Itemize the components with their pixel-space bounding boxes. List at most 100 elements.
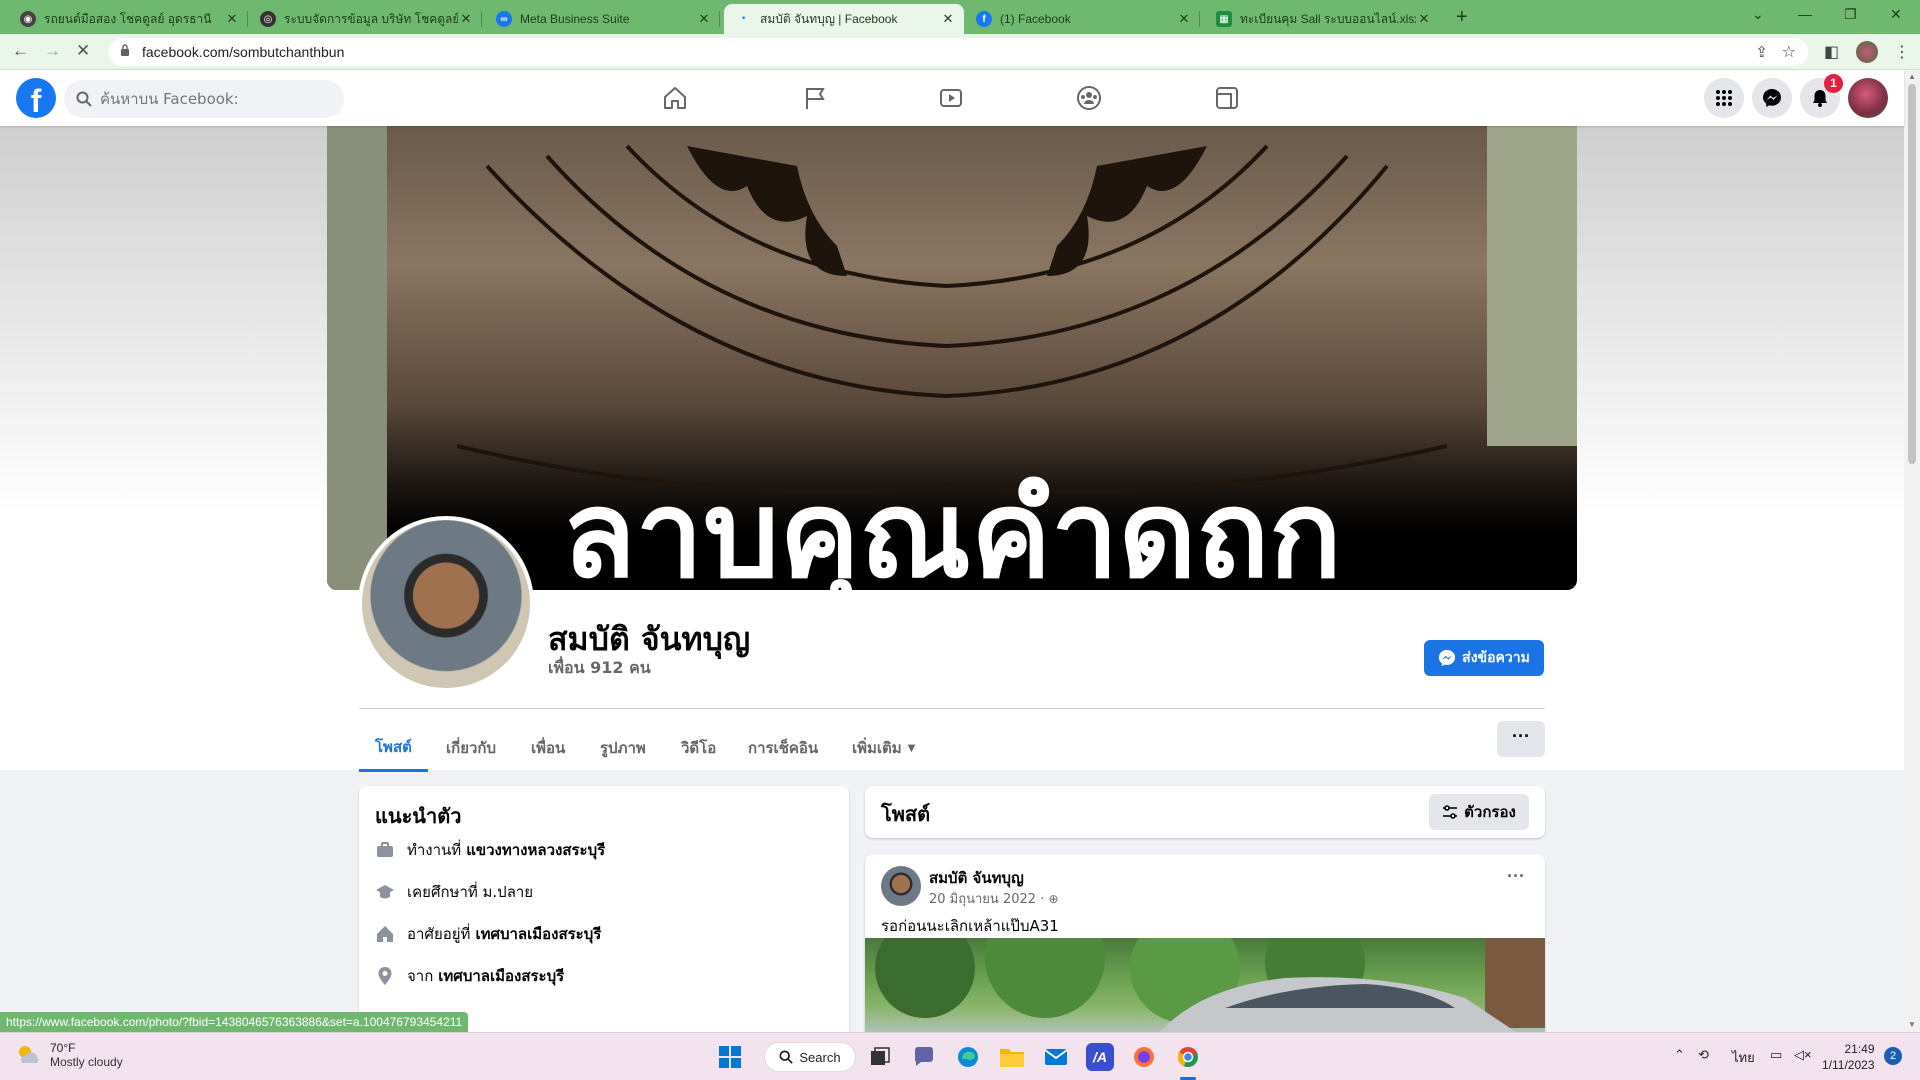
post-date[interactable]: 20 มิถุนายน 2022 · ⊕ [929,888,1059,909]
caret-down-icon: ▼ [907,742,916,754]
account-avatar[interactable] [1848,78,1888,118]
filter-button[interactable]: ตัวกรอง [1429,794,1529,830]
chrome-app[interactable] [1174,1043,1202,1071]
bookmark-star-icon[interactable]: ☆ [1782,42,1796,62]
volume-muted-icon[interactable]: ◁× [1794,1047,1812,1063]
graduation-cap-icon [376,885,394,899]
mail-icon [1044,1049,1068,1065]
intro-work: ทำงานที่ แขวงทางหลวงสระบุรี [375,838,605,862]
restore-icon[interactable]: ❐ [1844,6,1857,23]
close-tab-icon[interactable]: ✕ [458,11,474,27]
sync-icon[interactable]: ⟲ [1698,1047,1709,1063]
browser-menu-icon[interactable]: ⋮ [1894,42,1910,62]
back-icon[interactable]: ← [12,41,29,61]
scrollbar-thumb[interactable] [1908,84,1916,464]
nav-home[interactable] [620,78,730,118]
post-options-button[interactable]: ··· [1507,866,1525,887]
tab-videos[interactable]: วิดีโอ [665,724,732,772]
intro-work-prefix: ทำงานที่ [407,841,462,859]
file-explorer-app[interactable] [998,1043,1026,1071]
nav-watch[interactable] [896,78,1006,118]
profile-avatar-icon[interactable] [1856,41,1878,63]
tab-more[interactable]: เพิ่มเติม ▼ [836,724,931,772]
chat-icon [915,1047,933,1066]
tab-posts[interactable]: โพสต์ [359,724,428,772]
share-icon[interactable]: ⇪ [1755,43,1768,61]
close-tab-icon[interactable]: ✕ [224,11,240,27]
send-message-button[interactable]: ส่งข้อความ [1424,640,1544,676]
tab-friends[interactable]: เพื่อน [515,724,581,772]
location-pin-icon [378,967,392,985]
task-view-icon [871,1047,890,1065]
task-view-button[interactable] [866,1043,894,1071]
start-button[interactable] [716,1043,744,1071]
taskbar-search[interactable]: Search [764,1042,856,1072]
facebook-search[interactable] [64,80,344,118]
notification-center-badge[interactable]: 2 [1884,1047,1902,1065]
mail-app[interactable] [1042,1043,1070,1071]
post-author[interactable]: สมบัติ จันทบุญ [929,866,1024,890]
intro-from-value[interactable]: เทศบาลเมืองสระบุรี [438,964,564,988]
messenger-button[interactable] [1752,78,1792,118]
page-scrollbar[interactable]: ▲ ▼ [1904,70,1920,1032]
forward-icon[interactable]: → [44,41,61,61]
intro-work-value[interactable]: แขวงทางหลวงสระบุรี [466,838,605,862]
nav-groups[interactable] [1034,78,1144,118]
tab-title: (1) Facebook [1000,12,1071,26]
system-clock[interactable]: 21:49 1/11/2023 [1822,1041,1875,1073]
close-tab-icon[interactable]: ✕ [1176,11,1192,27]
scroll-up-icon[interactable]: ▲ [1908,72,1916,81]
firefox-app[interactable] [1130,1043,1158,1071]
folder-icon [1000,1049,1024,1067]
teams-chat-app[interactable] [910,1043,938,1071]
browser-tab-3[interactable]: ∞ Meta Business Suite ✕ [484,4,720,34]
close-tab-icon[interactable]: ✕ [940,11,956,27]
scroll-down-icon[interactable]: ▼ [1908,1020,1916,1029]
input-language[interactable]: ไทย [1732,1047,1755,1068]
show-hidden-icons-icon[interactable]: ⌃ [1674,1047,1685,1063]
cover-text: ลาบคุณคำดถก [562,466,1342,590]
friend-count[interactable]: เพื่อน 912 คน [548,656,651,681]
network-icon[interactable]: ▭ [1770,1047,1782,1063]
browser-tab-1[interactable]: ◉ รถยนต์มือสอง โชคดูลย์ อุดรธานี ✕ [8,4,248,34]
close-window-icon[interactable]: ✕ [1890,6,1902,23]
tab-title: ระบบจัดการข้อมูล บริษัท โชคดูลย์ [284,11,458,26]
tab-about[interactable]: เกี่ยวกับ [430,724,512,772]
tab-search-icon[interactable]: ⌄ [1752,6,1764,23]
search-icon [76,91,92,107]
intro-lives-value[interactable]: เทศบาลเมืองสระบุรี [475,922,601,946]
profile-picture[interactable] [358,516,534,692]
facebook-header: f 1 [0,70,1904,126]
side-panel-icon[interactable]: ◧ [1824,42,1839,62]
close-tab-icon[interactable]: ✕ [696,11,712,27]
edge-app[interactable] [954,1043,982,1071]
browser-tab-5[interactable]: f (1) Facebook ✕ [964,4,1200,34]
app-launcher[interactable]: /A [1086,1043,1114,1071]
browser-tab-6[interactable]: ▦ ทะเบียนคุม Sall ระบบออนไลน์.xlsx - G ✕ [1204,4,1440,34]
tab-checkins[interactable]: การเช็คอิน [732,724,834,772]
profile-more-button[interactable]: ··· [1497,721,1545,757]
url-text[interactable]: facebook.com/sombutchanthbun [142,44,344,60]
nav-gaming[interactable] [1172,78,1282,118]
intro-card: แนะนำตัว ทำงานที่ แขวงทางหลวงสระบุรี เคย… [359,786,849,1046]
close-tab-icon[interactable]: ✕ [1416,11,1432,27]
new-tab-icon[interactable]: + [1456,6,1468,29]
menu-button[interactable] [1704,78,1744,118]
search-input[interactable] [100,90,320,108]
weather-widget[interactable]: 70°F Mostly cloudy [14,1041,123,1069]
tab-photos[interactable]: รูปภาพ [584,724,662,772]
browser-tab-2[interactable]: ◎ ระบบจัดการข้อมูล บริษัท โชคดูลย์ ✕ [248,4,482,34]
browser-tab-4-active[interactable]: · สมบัติ จันทบุญ | Facebook ✕ [724,4,964,34]
clock-time: 21:49 [1844,1042,1875,1056]
post-date-text: 20 มิถุนายน 2022 · [929,892,1045,907]
nav-pages[interactable] [760,78,870,118]
address-bar[interactable]: facebook.com/sombutchanthbun ⇪ ☆ [108,38,1808,66]
stop-loading-icon[interactable]: ✕ [76,41,90,61]
lock-icon [121,44,129,56]
minimize-icon[interactable]: — [1798,6,1812,22]
post-photo[interactable] [865,938,1545,1038]
tab-more-label: เพิ่มเติม [852,739,902,757]
facebook-logo-icon[interactable]: f [16,78,56,119]
cover-photo[interactable]: ลาบคุณคำดถก [327,126,1577,590]
post-author-avatar[interactable] [881,866,921,906]
